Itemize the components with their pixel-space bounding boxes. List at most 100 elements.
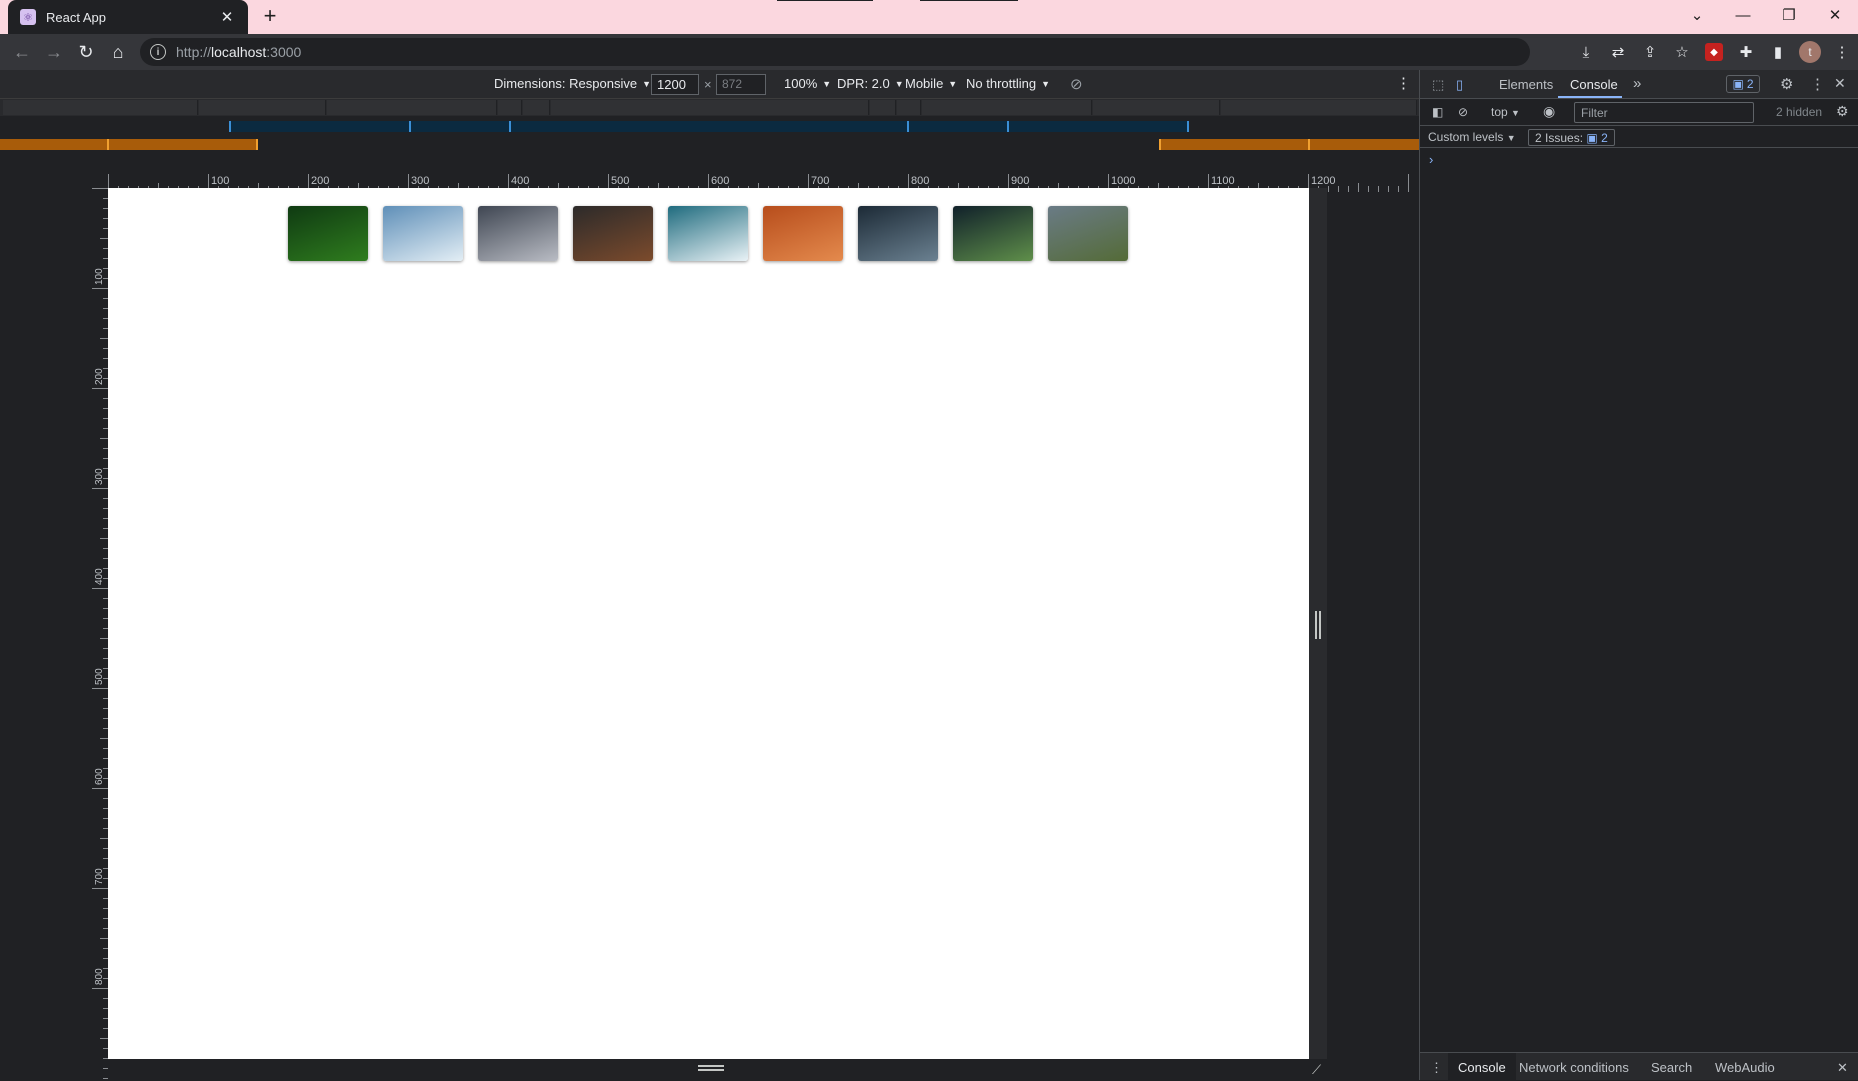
forward-icon[interactable]: →	[38, 36, 70, 68]
dpr-dropdown[interactable]: DPR: 2.0 ▼	[837, 76, 904, 91]
settings-gear-icon[interactable]: ⚙	[1780, 75, 1793, 93]
tab-close-icon[interactable]: ✕	[218, 8, 236, 26]
media-query-segment[interactable]	[551, 100, 869, 115]
extensions-puzzle-icon[interactable]: ✚	[1730, 36, 1762, 68]
thumbnail-green-valley[interactable]	[1048, 206, 1128, 261]
close-window-icon[interactable]: ✕	[1812, 0, 1858, 30]
live-expression-eye-icon[interactable]: ◉	[1543, 103, 1555, 120]
tab-strip-mark	[920, 0, 1018, 1]
thumbnail-row	[288, 206, 1143, 261]
resize-corner-icon[interactable]: ⟋	[1312, 1062, 1326, 1077]
issues-button[interactable]: 2 Issues: ▣ 2	[1528, 129, 1615, 146]
console-settings-icon[interactable]: ⚙	[1836, 103, 1849, 120]
zoom-dropdown[interactable]: 100% ▼	[784, 76, 831, 91]
install-app-icon[interactable]: ⤓	[1570, 36, 1602, 68]
thumbnail-aurora-snow[interactable]	[668, 206, 748, 261]
translate-icon[interactable]: ⇄	[1602, 36, 1634, 68]
browser-tab[interactable]: ⚛ React App ✕	[8, 0, 248, 34]
throttling-dropdown[interactable]: No throttling ▼	[966, 76, 1050, 91]
drawer-tab-webaudio[interactable]: WebAudio	[1715, 1060, 1775, 1075]
disable-rotation-icon[interactable]: ⊘	[1070, 75, 1083, 93]
tab-console[interactable]: Console	[1570, 77, 1618, 92]
reload-icon[interactable]: ↻	[70, 36, 102, 68]
height-input[interactable]: 872	[716, 74, 766, 95]
side-panel-icon[interactable]: ▮	[1762, 36, 1794, 68]
media-query-segment[interactable]	[870, 100, 896, 115]
drawer-tab-search[interactable]: Search	[1651, 1060, 1692, 1075]
extension-icon[interactable]: ◆	[1705, 43, 1723, 61]
drawer-menu-icon[interactable]: ⋮	[1430, 1060, 1443, 1076]
close-devtools-icon[interactable]: ✕	[1834, 75, 1846, 92]
ruler-tick-label: 400	[511, 175, 529, 187]
media-query-segment[interactable]	[498, 100, 522, 115]
console-filter-bar: ◧ ⊘ top ▼ ◉ Filter 2 hidden ⚙	[1420, 99, 1858, 126]
media-query-segment[interactable]	[1221, 100, 1417, 115]
thumbnail-sand-dunes[interactable]	[763, 206, 843, 261]
devtools-tabbar: ⬚ ▯ Elements Console » ▣ 2 ⚙ ⋮ ✕	[1420, 70, 1858, 99]
devtools-menu-icon[interactable]: ⋮	[1810, 75, 1825, 93]
site-info-icon[interactable]: i	[150, 44, 166, 60]
thumbnail-forest[interactable]	[288, 206, 368, 261]
more-tabs-icon[interactable]: »	[1633, 75, 1641, 92]
media-query-segment[interactable]	[897, 100, 921, 115]
ruler-tick-label: 200	[94, 368, 105, 385]
media-query-segment[interactable]	[327, 100, 497, 115]
media-query-bar-min-max[interactable]	[0, 119, 1419, 133]
thumbnail-milky-way[interactable]	[858, 206, 938, 261]
ruler-tick-label: 300	[94, 468, 105, 485]
thumbnail-aurora-mountains[interactable]	[383, 206, 463, 261]
share-icon[interactable]: ⇪	[1634, 36, 1666, 68]
close-drawer-icon[interactable]: ✕	[1837, 1060, 1848, 1076]
home-icon[interactable]: ⌂	[102, 36, 134, 68]
caret-down-icon: ▼	[822, 78, 832, 89]
dimension-separator: ×	[704, 77, 712, 92]
clear-console-icon[interactable]: ⊘	[1458, 105, 1468, 119]
new-tab-button[interactable]: +	[258, 5, 282, 29]
bookmark-star-icon[interactable]: ☆	[1666, 36, 1698, 68]
media-query-segment[interactable]	[3, 100, 198, 115]
ruler-tick-label: 500	[94, 668, 105, 685]
log-levels-dropdown[interactable]: Custom levels ▼	[1428, 130, 1516, 144]
issues-badge[interactable]: ▣ 2	[1726, 75, 1760, 93]
minimize-icon[interactable]: —	[1720, 0, 1766, 30]
tab-elements[interactable]: Elements	[1499, 77, 1553, 92]
resize-height-handle[interactable]	[698, 1065, 724, 1071]
restore-icon[interactable]: ❐	[1766, 0, 1812, 30]
media-query-bars	[0, 99, 1419, 167]
browser-menu-icon[interactable]: ⋮	[1826, 36, 1858, 68]
device-toolbar-menu-icon[interactable]: ⋮	[1396, 74, 1411, 92]
media-query-segment[interactable]	[523, 100, 550, 115]
media-query-segment[interactable]	[199, 100, 326, 115]
media-query-segment[interactable]	[922, 100, 1092, 115]
ruler-tick-label: 1200	[1311, 175, 1335, 187]
browser-toolbar: ← → ↻ ⌂ i http:// localhost :3000 ⤓ ⇄ ⇪ …	[0, 34, 1858, 70]
thumbnail-desert-butte[interactable]	[573, 206, 653, 261]
react-favicon-icon: ⚛	[20, 9, 36, 25]
ruler-tick-label: 400	[94, 568, 105, 585]
sidebar-toggle-icon[interactable]: ◧	[1432, 105, 1443, 119]
back-icon[interactable]: ←	[6, 36, 38, 68]
console-prompt-icon[interactable]: ›	[1429, 152, 1433, 167]
tab-search-icon[interactable]: ⌄	[1674, 0, 1720, 30]
width-input[interactable]: 1200	[651, 74, 699, 95]
tab-title: React App	[46, 9, 106, 25]
ruler-tick-label: 800	[911, 175, 929, 187]
device-type-dropdown[interactable]: Mobile ▼	[905, 76, 957, 91]
issues-label: 2 Issues:	[1535, 131, 1584, 145]
address-bar[interactable]: i http:// localhost :3000	[140, 38, 1530, 66]
thumbnail-aurora-lake[interactable]	[953, 206, 1033, 261]
profile-avatar[interactable]: t	[1799, 41, 1821, 63]
resize-width-handle[interactable]	[1315, 611, 1321, 639]
media-query-segment[interactable]	[1093, 100, 1220, 115]
ruler-tick-label: 700	[811, 175, 829, 187]
hidden-count: 2 hidden	[1776, 105, 1823, 119]
dimensions-dropdown[interactable]: Dimensions: Responsive ▼	[494, 76, 651, 91]
drawer-tab-network-conditions[interactable]: Network conditions	[1519, 1060, 1629, 1075]
inspect-element-icon[interactable]: ⬚	[1432, 77, 1444, 93]
media-query-bar-min-width[interactable]	[0, 137, 1419, 151]
drawer-tab-console[interactable]: Console	[1448, 1053, 1516, 1081]
console-filter-input[interactable]: Filter	[1574, 102, 1754, 123]
context-selector[interactable]: top ▼	[1491, 105, 1520, 119]
device-toolbar-toggle-icon[interactable]: ▯	[1456, 77, 1463, 93]
thumbnail-snowy-peaks[interactable]	[478, 206, 558, 261]
